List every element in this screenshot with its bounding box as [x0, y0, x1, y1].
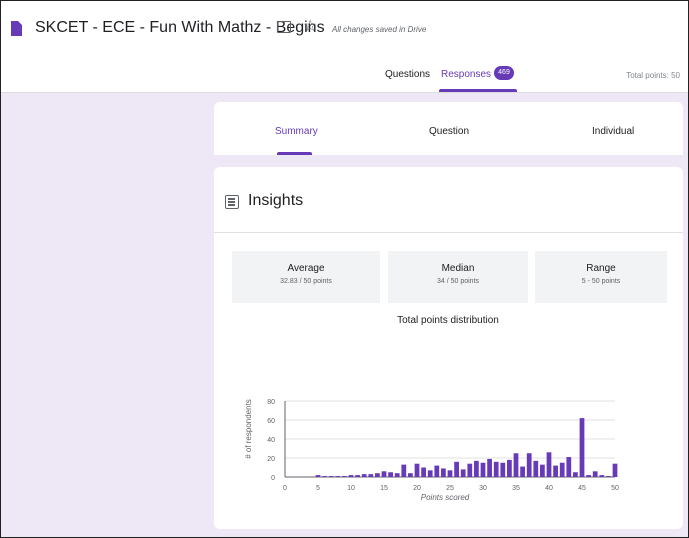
x-tick-label: 45: [578, 485, 586, 492]
stat-average-label: Average: [287, 263, 325, 274]
forms-doc-icon[interactable]: [11, 21, 22, 36]
responses-count-badge: 469: [494, 66, 514, 80]
insights-title: Insights: [248, 192, 304, 209]
stat-average: Average 32.83 / 50 points: [232, 251, 380, 303]
chart-grid: [284, 400, 615, 478]
chart-bar: [315, 475, 321, 477]
chart-bar: [394, 473, 400, 477]
stat-average-value: 32.83 / 50 points: [280, 278, 332, 285]
insights-card: Insights Average 32.83 / 50 points Media…: [214, 167, 683, 529]
chart-bar: [474, 460, 479, 477]
chart-bar: [546, 452, 552, 477]
chart-bar: [513, 453, 519, 477]
chart-bar: [368, 474, 374, 477]
chart-bar: [507, 459, 512, 477]
subtab-individual[interactable]: Individual: [592, 126, 634, 137]
chart-bar: [520, 466, 525, 477]
x-tick-label: 20: [413, 485, 421, 492]
chart-bar: [559, 462, 565, 477]
stat-range-label: Range: [586, 263, 616, 274]
top-bar: SKCET - ECE - Fun With Mathz - Begins ☆ …: [1, 1, 688, 93]
tab-questions[interactable]: Questions: [385, 69, 430, 80]
chart-bar: [533, 460, 539, 477]
star-icon[interactable]: ☆: [303, 16, 317, 36]
chart-bar: [335, 476, 341, 477]
tab-responses[interactable]: Responses: [441, 69, 491, 80]
chart-bar: [480, 462, 486, 477]
chart-bar: [467, 463, 473, 477]
chart-bar: [421, 467, 426, 477]
y-tick-label: 80: [267, 399, 275, 406]
chart-bar: [493, 461, 499, 477]
subtab-question[interactable]: Question: [429, 126, 469, 137]
chart-bar: [375, 473, 380, 477]
stat-median: Median 34 / 50 points: [388, 251, 528, 303]
active-tab-indicator: [439, 89, 517, 92]
chart-bar: [540, 464, 545, 477]
chart-bar: [328, 476, 334, 477]
chart-bar: [388, 472, 393, 477]
y-tick-label: 60: [267, 418, 275, 425]
response-view-tabs: Summary Question Individual: [214, 102, 683, 155]
x-tick-label: 25: [446, 485, 454, 492]
divider: [214, 232, 683, 233]
x-tick-label: 10: [347, 485, 355, 492]
folder-icon[interactable]: [277, 21, 291, 33]
x-tick-label: 40: [545, 485, 553, 492]
chart-bar: [592, 471, 598, 477]
x-tick-label: 5: [316, 485, 320, 492]
chart-bar: [401, 464, 407, 477]
stat-range-value: 5 - 50 points: [581, 278, 621, 285]
chart-bar: [606, 476, 611, 477]
chart-bar: [434, 465, 440, 477]
subtab-summary[interactable]: Summary: [275, 126, 318, 137]
chart-ylabel: # of respondents: [244, 399, 253, 459]
x-tick-label: 0: [283, 485, 287, 492]
main-content: Summary Question Individual Insights Ave…: [1, 93, 688, 537]
chart-title: Total points distribution: [397, 315, 499, 326]
chart-bar: [441, 468, 446, 477]
x-tick-label: 15: [380, 485, 388, 492]
active-subtab-indicator: [277, 152, 312, 155]
chart-bar: [322, 476, 327, 477]
chart-bar: [500, 462, 506, 477]
chart-bar: [487, 458, 492, 477]
stat-median-label: Median: [441, 263, 475, 274]
insights-icon: [225, 195, 239, 209]
chart-bar: [612, 463, 618, 477]
chart-bar: [599, 475, 605, 477]
y-tick-label: 20: [267, 456, 275, 463]
chart-bar: [460, 469, 466, 477]
chart-bar: [355, 475, 360, 477]
chart-bar: [454, 461, 459, 477]
chart-axis-labels: 0 20 40 60 80 0 5 10 15 20 25 30 35 40 45 50: [267, 399, 619, 492]
chart-bar: [566, 457, 572, 477]
stat-median-value: 34 / 50 points: [436, 278, 480, 285]
chart-svg: Total points distribution # of responden…: [244, 315, 619, 502]
chart-bar: [447, 470, 453, 477]
y-tick-label: 40: [267, 437, 275, 444]
chart-bar: [579, 418, 585, 477]
chart-bar: [381, 471, 387, 477]
x-tick-label: 30: [479, 485, 487, 492]
chart-bar: [586, 475, 591, 477]
stat-range: Range 5 - 50 points: [535, 251, 667, 303]
chart-bar: [342, 476, 347, 477]
chart-bar: [414, 463, 420, 477]
save-status: All changes saved in Drive: [332, 25, 427, 34]
points-distribution-chart: Total points distribution # of responden…: [214, 307, 683, 527]
chart-bar: [573, 472, 578, 477]
x-tick-label: 35: [512, 485, 520, 492]
chart-bar: [361, 474, 367, 477]
chart-xlabel: Points scored: [421, 493, 470, 502]
chart-bar: [553, 465, 558, 477]
chart-bar: [408, 473, 413, 477]
chart-bar: [427, 470, 433, 477]
total-points: Total points: 50: [626, 71, 680, 80]
chart-bar: [526, 453, 532, 477]
x-tick-label: 50: [611, 485, 619, 492]
chart-bars: [315, 418, 618, 477]
chart-bar: [348, 475, 354, 477]
y-tick-label: 0: [271, 475, 275, 482]
